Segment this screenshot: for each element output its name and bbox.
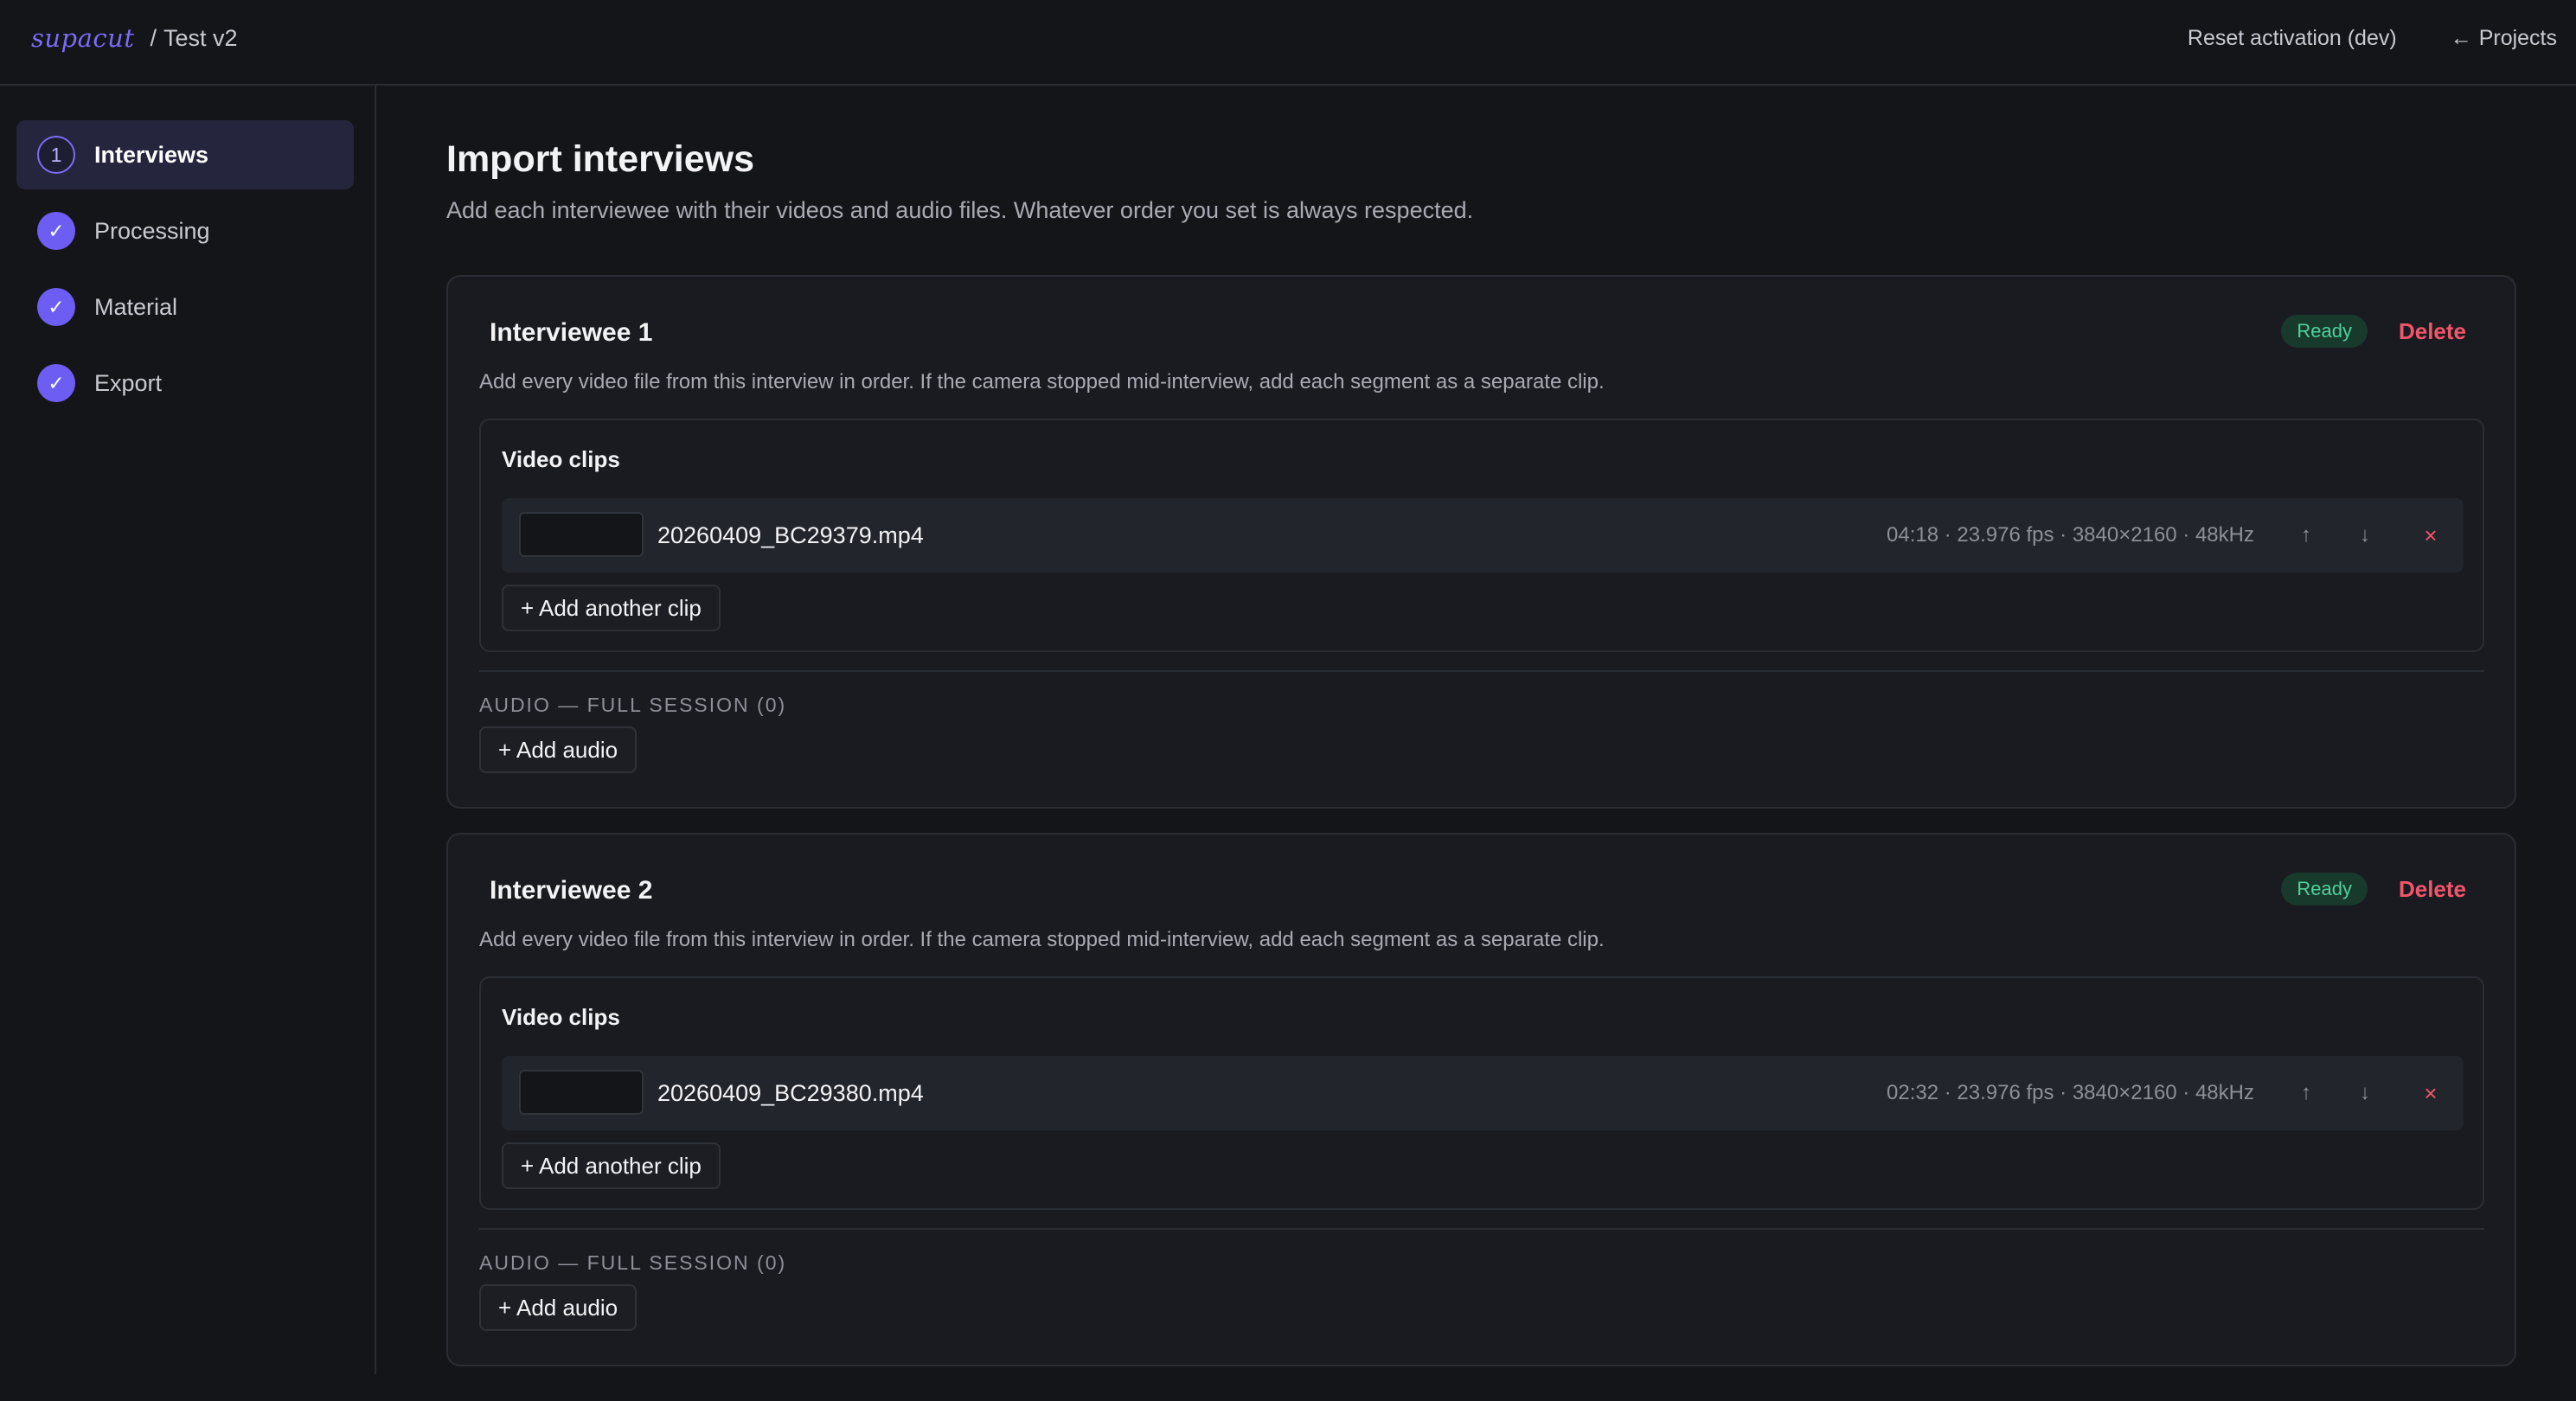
top-bar-actions: Reset activation (dev) ← Projects xyxy=(2188,19,2557,57)
add-audio-button[interactable]: + Add audio xyxy=(479,1284,638,1331)
interviewee-description: Add every video file from this interview… xyxy=(479,370,1605,393)
clip-thumbnail xyxy=(519,512,644,557)
move-down-icon[interactable]: ↓ xyxy=(2346,1074,2384,1112)
sidebar-item-material[interactable]: ✓ Material xyxy=(16,272,354,342)
interviewee-card: Interviewee 2 Ready Delete Add every vid… xyxy=(446,833,2516,1366)
video-clips-heading: Video clips xyxy=(502,446,620,472)
add-clip-button[interactable]: + Add another clip xyxy=(502,585,721,631)
video-clips-section: Video clips 20260409_BC29379.mp4 04:18 ·… xyxy=(479,419,2484,652)
clip-filename: 20260409_BC29380.mp4 xyxy=(657,1079,924,1106)
breadcrumb: supacut / Test v2 xyxy=(31,19,238,57)
reset-activation-button[interactable]: Reset activation (dev) xyxy=(2188,26,2397,51)
video-clips-section: Video clips 20260409_BC29380.mp4 02:32 ·… xyxy=(479,976,2484,1210)
divider xyxy=(479,670,2484,672)
sidebar-item-label: Material xyxy=(94,293,178,320)
check-icon: ✓ xyxy=(37,288,75,326)
move-down-icon[interactable]: ↓ xyxy=(2346,516,2384,554)
sidebar-steps: 1 Interviews ✓ Processing ✓ Material ✓ E… xyxy=(0,86,376,1374)
clip-row: 20260409_BC29380.mp4 02:32 · 23.976 fps … xyxy=(502,1056,2464,1130)
sidebar-item-processing[interactable]: ✓ Processing xyxy=(16,196,354,265)
audio-section-label: AUDIO — FULL SESSION (0) xyxy=(479,1251,787,1274)
delete-interviewee-button[interactable]: Delete xyxy=(2399,315,2466,348)
add-audio-button[interactable]: + Add audio xyxy=(479,726,638,773)
arrow-left-icon: ← xyxy=(2450,25,2472,50)
top-bar: supacut / Test v2 Reset activation (dev)… xyxy=(0,0,2576,86)
sidebar-item-label: Export xyxy=(94,369,163,396)
page-subtitle: Add each interviewee with their videos a… xyxy=(446,197,1474,223)
sidebar-item-label: Interviews xyxy=(94,141,209,168)
project-name: Test v2 xyxy=(163,24,238,51)
sidebar-item-label: Processing xyxy=(94,217,210,244)
remove-clip-icon[interactable]: × xyxy=(2412,1074,2450,1112)
clip-metadata: 02:32 · 23.976 fps · 3840×2160 · 48kHz xyxy=(1887,1081,2254,1104)
delete-interviewee-button[interactable]: Delete xyxy=(2399,873,2466,905)
sidebar-item-interviews[interactable]: 1 Interviews xyxy=(16,120,354,189)
divider xyxy=(479,1228,2484,1230)
status-badge: Ready xyxy=(2281,315,2368,348)
page-title: Import interviews xyxy=(446,138,755,180)
clip-thumbnail xyxy=(519,1070,644,1115)
status-badge: Ready xyxy=(2281,873,2368,905)
interviewee-description: Add every video file from this interview… xyxy=(479,928,1605,951)
interviewee-title: Interviewee 2 xyxy=(490,876,653,905)
clip-filename: 20260409_BC29379.mp4 xyxy=(657,521,924,548)
step-number-badge: 1 xyxy=(37,136,75,174)
move-up-icon[interactable]: ↑ xyxy=(2287,516,2325,554)
projects-link-label: Projects xyxy=(2478,25,2557,50)
interviewee-title: Interviewee 1 xyxy=(490,318,653,347)
audio-section-label: AUDIO — FULL SESSION (0) xyxy=(479,694,787,716)
clip-row: 20260409_BC29379.mp4 04:18 · 23.976 fps … xyxy=(502,498,2464,573)
remove-clip-icon[interactable]: × xyxy=(2412,516,2450,554)
check-icon: ✓ xyxy=(37,364,75,402)
projects-link[interactable]: ← Projects xyxy=(2451,26,2557,51)
interviewee-card: Interviewee 1 Ready Delete Add every vid… xyxy=(446,275,2516,809)
add-clip-button[interactable]: + Add another clip xyxy=(502,1142,721,1189)
app-logo[interactable]: supacut xyxy=(31,23,135,53)
clip-metadata: 04:18 · 23.976 fps · 3840×2160 · 48kHz xyxy=(1887,523,2254,547)
move-up-icon[interactable]: ↑ xyxy=(2287,1074,2325,1112)
video-clips-heading: Video clips xyxy=(502,1004,620,1030)
check-icon: ✓ xyxy=(37,212,75,250)
breadcrumb-separator: / xyxy=(150,24,157,51)
sidebar-item-export[interactable]: ✓ Export xyxy=(16,349,354,418)
